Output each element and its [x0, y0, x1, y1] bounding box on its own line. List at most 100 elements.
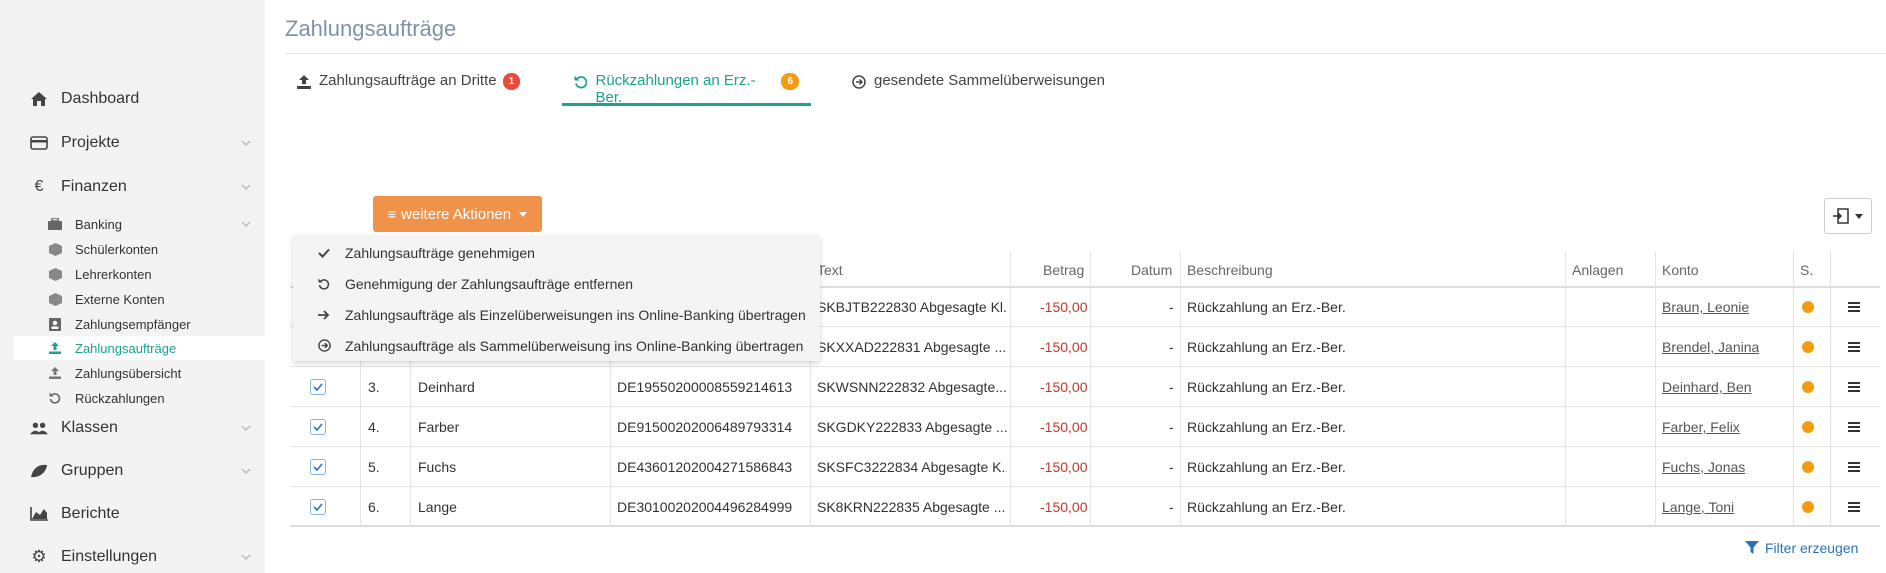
- sidebar-subitem-label: Banking: [75, 217, 122, 232]
- cell-betrag: -150,00: [1040, 379, 1088, 395]
- menu-item-approve[interactable]: Zahlungsaufträge genehmigen: [293, 237, 820, 268]
- header-anlagen[interactable]: Anlagen: [1572, 252, 1623, 288]
- sidebar-subitem-label: Rückzahlungen: [75, 391, 165, 406]
- header-konto[interactable]: Konto: [1662, 252, 1699, 288]
- sidebar-item-label: Gruppen: [61, 462, 124, 479]
- cell-name: Deinhard: [418, 379, 475, 395]
- menu-item-collective-transfer[interactable]: Zahlungsaufträge als Sammelüberweisung i…: [293, 330, 820, 361]
- users-icon: [30, 419, 48, 437]
- sidebar-item-label: Dashboard: [61, 90, 140, 107]
- cell-konto-link[interactable]: Braun, Leonie: [1662, 287, 1749, 327]
- tab-sammelueberweisungen[interactable]: gesendete Sammelüberweisungen: [852, 72, 1105, 106]
- cell-name: Fuchs: [418, 459, 457, 475]
- arrow-right-icon: [317, 308, 331, 322]
- sidebar-subitem-label: Lehrerkonten: [75, 267, 152, 282]
- cell-datum: -: [1169, 499, 1174, 515]
- cell-datum: -: [1169, 379, 1174, 395]
- cell-beschreibung: Rückzahlung an Erz.-Ber.: [1187, 499, 1346, 515]
- cell-konto-link[interactable]: Deinhard, Ben: [1662, 367, 1752, 407]
- status-dot: [1802, 287, 1814, 327]
- row-menu-icon[interactable]: [1848, 487, 1860, 527]
- sidebar-item-gruppen[interactable]: Gruppen: [0, 456, 265, 486]
- row-checkbox[interactable]: [310, 487, 326, 527]
- sidebar-item-berichte[interactable]: Berichte: [0, 499, 265, 529]
- menu-item-label: Zahlungsaufträge genehmigen: [345, 244, 535, 261]
- box-icon: [48, 292, 62, 306]
- menu-item-single-transfer[interactable]: Zahlungsaufträge als Einzelüberweisungen…: [293, 299, 820, 330]
- row-menu-icon[interactable]: [1848, 407, 1860, 447]
- row-menu-icon[interactable]: [1848, 327, 1860, 367]
- tab-zahlungsauftraege-dritte[interactable]: Zahlungsaufträge an Dritte 1: [297, 72, 521, 106]
- sidebar-subitem-label: Externe Konten: [75, 292, 165, 307]
- sidebar-item-finanzen[interactable]: € Finanzen: [0, 172, 265, 202]
- filter-label: Filter erzeugen: [1765, 540, 1859, 556]
- header-status[interactable]: S.: [1800, 252, 1813, 288]
- sidebar-item-projekte[interactable]: Projekte: [0, 128, 265, 158]
- table-row[interactable]: 3. Deinhard DE19550200008559214613 SKWSN…: [290, 367, 1880, 407]
- cell-iban: DE30100202004496284999: [617, 499, 793, 515]
- cell-konto-link[interactable]: Brendel, Janina: [1662, 327, 1759, 367]
- sidebar-item-dashboard[interactable]: Dashboard: [0, 84, 265, 114]
- sidebar-subitem-externe-konten[interactable]: Externe Konten: [14, 287, 265, 311]
- circle-arrow-icon: [317, 339, 331, 353]
- export-button[interactable]: [1824, 198, 1872, 234]
- upload-icon: [48, 366, 62, 380]
- sidebar-subitem-label: Zahlungsübersicht: [75, 366, 182, 381]
- tab-rueckzahlungen[interactable]: Rückzahlungen an Erz.-Ber. 6: [562, 72, 811, 106]
- sidebar-subitem-banking[interactable]: Banking: [14, 212, 265, 236]
- cell-nr: 3.: [368, 379, 380, 395]
- row-checkbox[interactable]: [310, 407, 326, 447]
- sidebar-item-label: Finanzen: [61, 178, 127, 195]
- more-actions-button[interactable]: ≡ weitere Aktionen: [373, 196, 542, 232]
- cell-konto-link[interactable]: Fuchs, Jonas: [1662, 447, 1745, 487]
- sidebar-item-klassen[interactable]: Klassen: [0, 413, 265, 443]
- cell-beschreibung: Rückzahlung an Erz.-Ber.: [1187, 299, 1346, 315]
- cell-beschreibung: Rückzahlung an Erz.-Ber.: [1187, 379, 1346, 395]
- table-row[interactable]: 4. Farber DE91500202006489793314 SKGDKY2…: [290, 407, 1880, 447]
- header-datum[interactable]: Datum: [1131, 252, 1172, 288]
- header-text[interactable]: Text: [817, 252, 843, 288]
- row-checkbox[interactable]: [310, 447, 326, 487]
- sidebar-subitem-rueckzahlungen[interactable]: Rückzahlungen: [14, 386, 265, 410]
- more-actions-label: weitere Aktionen: [401, 205, 512, 223]
- cell-nr: 5.: [368, 459, 380, 475]
- row-menu-icon[interactable]: [1848, 287, 1860, 327]
- cell-betrag: -150,00: [1040, 419, 1088, 435]
- leaf-icon: [30, 462, 48, 480]
- cell-konto-link[interactable]: Farber, Felix: [1662, 407, 1740, 447]
- chevron-down-icon: [241, 468, 251, 475]
- menu-item-label: Zahlungsaufträge als Einzelüberweisungen…: [345, 306, 806, 323]
- header-beschreibung[interactable]: Beschreibung: [1187, 252, 1273, 288]
- cell-text: SKXXAD222831 Abgesagte ...: [817, 339, 1007, 355]
- cell-konto-link[interactable]: Lange, Toni: [1662, 487, 1734, 527]
- home-icon: [30, 90, 48, 108]
- sidebar-item-einstellungen[interactable]: ⚙ Einstellungen: [0, 542, 265, 572]
- row-checkbox[interactable]: [310, 367, 326, 407]
- sidebar-subitem-schuelerkonten[interactable]: Schülerkonten: [14, 237, 265, 261]
- row-menu-icon[interactable]: [1848, 447, 1860, 487]
- cell-beschreibung: Rückzahlung an Erz.-Ber.: [1187, 419, 1346, 435]
- cell-nr: 6.: [368, 499, 380, 515]
- cell-nr: 4.: [368, 419, 380, 435]
- header-betrag[interactable]: Betrag: [1043, 252, 1084, 288]
- cell-iban: DE19550200008559214613: [617, 379, 793, 395]
- table-row[interactable]: 6. Lange DE30100202004496284999 SK8KRN22…: [290, 487, 1880, 527]
- sidebar-subitem-zahlungsempfaenger[interactable]: Zahlungsempfänger: [14, 312, 265, 336]
- menu-icon: ≡: [387, 206, 397, 222]
- cell-datum: -: [1169, 339, 1174, 355]
- check-icon: [317, 246, 331, 260]
- table-row[interactable]: 5. Fuchs DE43601202004271586843 SKSFC322…: [290, 447, 1880, 487]
- area-chart-icon: [30, 505, 48, 523]
- menu-item-remove-approval[interactable]: Genehmigung der Zahlungsaufträge entfern…: [293, 268, 820, 299]
- circle-arrow-icon: [852, 75, 866, 89]
- filter-link[interactable]: Filter erzeugen: [1745, 540, 1858, 556]
- row-menu-icon[interactable]: [1848, 367, 1860, 407]
- credit-card-icon: [30, 134, 48, 152]
- caret-down-icon: [519, 211, 528, 217]
- cell-text: SKGDKY222833 Abgesagte ...: [817, 419, 1007, 435]
- cell-name: Lange: [418, 499, 457, 515]
- sidebar-subitem-lehrerkonten[interactable]: Lehrerkonten: [14, 262, 265, 286]
- cell-datum: -: [1169, 419, 1174, 435]
- sidebar-subitem-zahlungsauftraege[interactable]: Zahlungsaufträge: [14, 336, 265, 360]
- sidebar-subitem-zahlungsuebersicht[interactable]: Zahlungsübersicht: [14, 361, 265, 385]
